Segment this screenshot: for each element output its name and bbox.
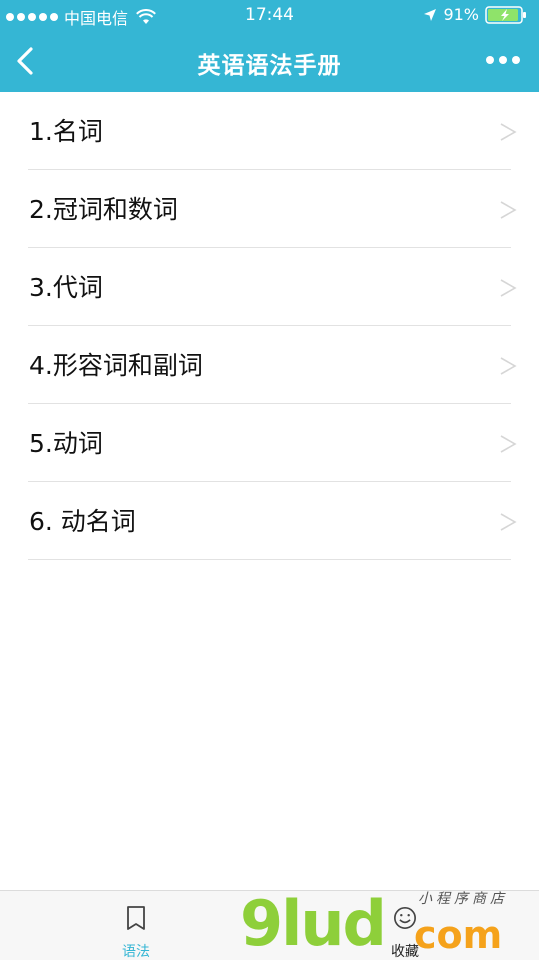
- smile-icon: [394, 907, 416, 929]
- header: 中国电信 17:44 91% 英语语法手册: [0, 0, 539, 92]
- list-item-label: 6. 动名词: [29, 507, 136, 536]
- list-item-label: 1.名词: [29, 117, 103, 146]
- more-dot-icon: [499, 56, 507, 64]
- list-item-adjectives-adverbs[interactable]: 4.形容词和副词: [0, 326, 539, 404]
- list-item-pronouns[interactable]: 3.代词: [0, 248, 539, 326]
- list-item-articles-numerals[interactable]: 2.冠词和数词: [0, 170, 539, 248]
- page-title: 英语语法手册: [197, 53, 342, 79]
- chevron-right-icon: [500, 201, 517, 219]
- grammar-chapter-list: 1.名词 2.冠词和数词 3.代词 4.形容词和副词 5.动词 6. 动名词: [0, 92, 539, 560]
- list-item-nouns[interactable]: 1.名词: [0, 92, 539, 170]
- more-options-button[interactable]: [485, 50, 521, 70]
- tab-grammar[interactable]: 语法: [76, 891, 196, 960]
- bookmark-icon: [127, 906, 145, 930]
- status-right: 91%: [423, 5, 529, 24]
- more-dot-icon: [512, 56, 520, 64]
- chevron-right-icon: [500, 357, 517, 375]
- list-item-label: 2.冠词和数词: [29, 195, 178, 224]
- list-item-verbs[interactable]: 5.动词: [0, 404, 539, 482]
- chevron-right-icon: [500, 435, 517, 453]
- list-item-label: 3.代词: [29, 273, 103, 302]
- list-item-label: 5.动词: [29, 429, 103, 458]
- battery-percent: 91%: [443, 5, 479, 24]
- navigation-bar: 英语语法手册: [0, 30, 539, 92]
- list-item-gerunds[interactable]: 6. 动名词: [0, 482, 539, 560]
- chevron-right-icon: [500, 279, 517, 297]
- tab-bar: 语法 收藏: [0, 890, 539, 960]
- more-dot-icon: [486, 56, 494, 64]
- list-item-label: 4.形容词和副词: [29, 351, 203, 380]
- battery-charging-icon: [485, 5, 526, 24]
- tab-grammar-label: 语法: [122, 944, 150, 960]
- chevron-right-icon: [500, 123, 517, 141]
- location-arrow-icon: [424, 8, 437, 21]
- tab-favorites-label: 收藏: [391, 944, 419, 960]
- chevron-right-icon: [500, 513, 517, 531]
- status-bar: 中国电信 17:44 91%: [0, 0, 539, 30]
- tab-favorites[interactable]: 收藏: [345, 891, 465, 960]
